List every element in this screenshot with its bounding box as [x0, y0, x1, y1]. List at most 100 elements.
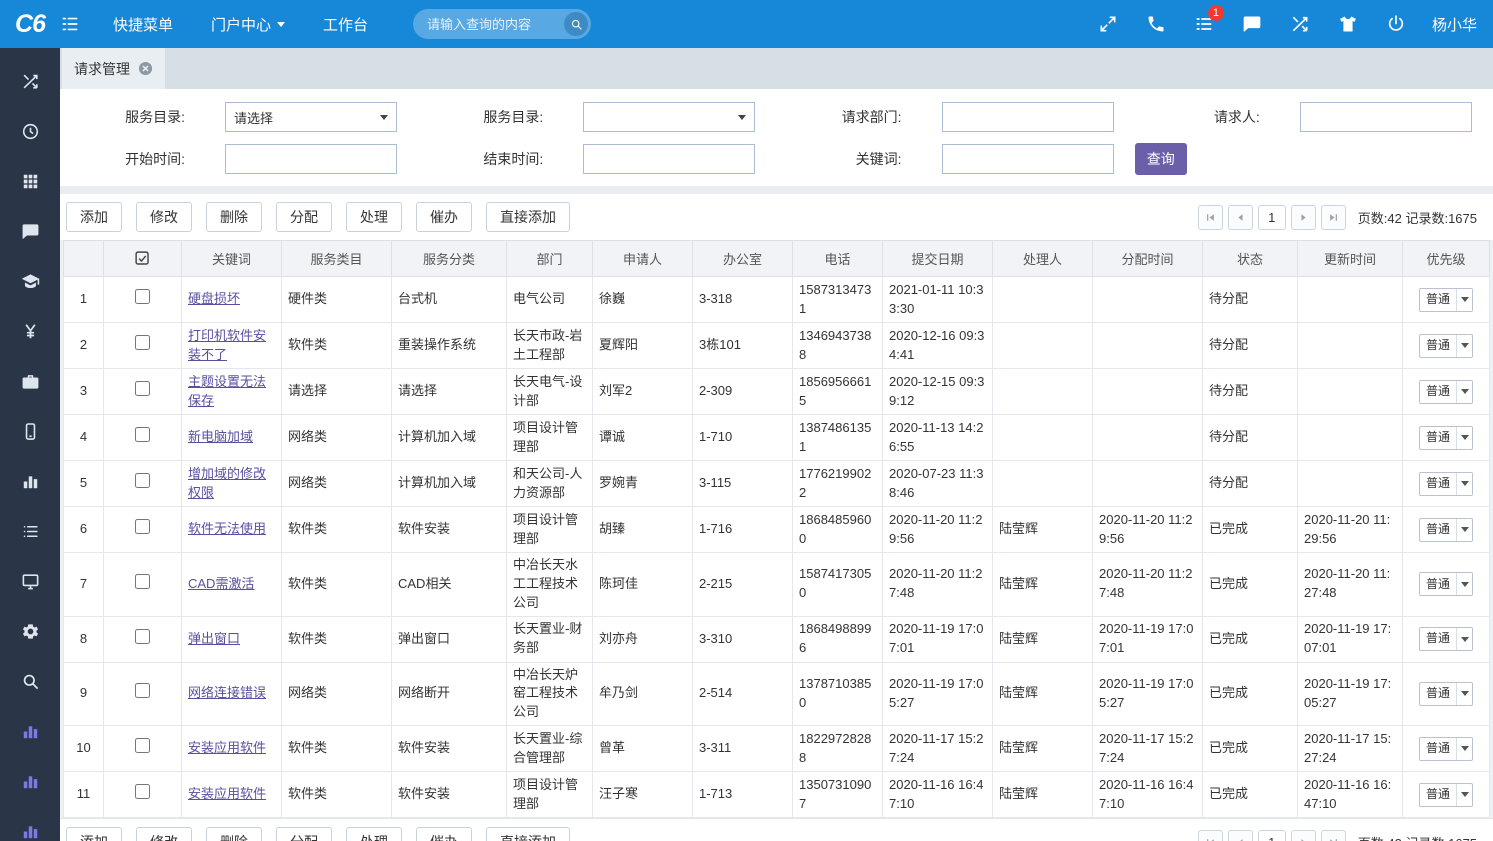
priority-select[interactable]: 普通 [1419, 737, 1473, 761]
search-icon[interactable] [0, 656, 60, 706]
message-icon[interactable] [0, 206, 60, 256]
process-button[interactable]: 处理 [346, 827, 402, 841]
handler-cell [993, 461, 1093, 507]
finance-icon[interactable] [0, 306, 60, 356]
keyword-link[interactable]: 增加域的修改权限 [188, 466, 266, 500]
keyword-link[interactable]: 安装应用软件 [188, 786, 266, 801]
row-checkbox[interactable] [135, 574, 150, 589]
keyword-link[interactable]: 主题设置无法保存 [188, 374, 266, 408]
mobile-icon[interactable] [0, 406, 60, 456]
phone-icon[interactable] [1146, 14, 1166, 34]
expand-icon[interactable] [1098, 14, 1118, 34]
prev-page-button[interactable] [1228, 205, 1253, 230]
next-page-button[interactable] [1291, 205, 1316, 230]
priority-select[interactable]: 普通 [1419, 472, 1473, 496]
row-checkbox[interactable] [135, 683, 150, 698]
shuffle-icon[interactable] [0, 56, 60, 106]
keyword-input[interactable] [942, 144, 1114, 174]
priority-select[interactable]: 普通 [1419, 627, 1473, 651]
current-page[interactable]: 1 [1258, 830, 1286, 841]
add-button[interactable]: 添加 [66, 202, 122, 232]
requester-input[interactable] [1300, 102, 1472, 132]
current-page[interactable]: 1 [1258, 205, 1286, 230]
list-icon[interactable] [0, 506, 60, 556]
tab-request-management[interactable]: 请求管理 [62, 48, 165, 89]
service-catalog-select-1[interactable]: 请选择 [225, 102, 397, 132]
priority-select[interactable]: 普通 [1419, 518, 1473, 542]
row-checkbox[interactable] [135, 381, 150, 396]
last-page-button[interactable] [1321, 205, 1346, 230]
search-icon[interactable] [564, 12, 588, 36]
first-page-button[interactable] [1198, 830, 1223, 841]
search-input[interactable] [427, 17, 564, 32]
direct-add-button[interactable]: 直接添加 [486, 202, 570, 232]
keyword-link[interactable]: 安装应用软件 [188, 740, 266, 755]
comment-icon[interactable] [1242, 14, 1262, 34]
monitor-icon[interactable] [0, 556, 60, 606]
delete-button[interactable]: 删除 [206, 827, 262, 841]
select-all-header[interactable] [104, 241, 182, 277]
menu-item-quick-menu[interactable]: 快捷菜单 [113, 14, 173, 35]
menu-icon[interactable] [60, 14, 80, 34]
shuffle-icon[interactable] [1290, 14, 1310, 34]
report-chart-icon[interactable] [0, 806, 60, 841]
keyword-link[interactable]: 新电脑加域 [188, 429, 253, 444]
direct-add-button[interactable]: 直接添加 [486, 827, 570, 841]
education-icon[interactable] [0, 256, 60, 306]
task-list-icon[interactable]: 1 [1194, 14, 1214, 34]
end-time-input[interactable] [583, 144, 755, 174]
report-chart-icon[interactable] [0, 706, 60, 756]
priority-select[interactable]: 普通 [1419, 380, 1473, 404]
apps-grid-icon[interactable] [0, 156, 60, 206]
row-checkbox[interactable] [135, 473, 150, 488]
priority-select[interactable]: 普通 [1419, 334, 1473, 358]
priority-select[interactable]: 普通 [1419, 572, 1473, 596]
keyword-link[interactable]: 硬盘损坏 [188, 291, 240, 306]
row-checkbox[interactable] [135, 738, 150, 753]
clock-icon[interactable] [0, 106, 60, 156]
urge-button[interactable]: 催办 [416, 827, 472, 841]
user-name[interactable]: 杨小华 [1432, 14, 1477, 35]
keyword-link[interactable]: 打印机软件安装不了 [188, 328, 266, 362]
delete-button[interactable]: 删除 [206, 202, 262, 232]
briefcase-icon[interactable] [0, 356, 60, 406]
first-page-button[interactable] [1198, 205, 1223, 230]
row-checkbox[interactable] [135, 784, 150, 799]
priority-select[interactable]: 普通 [1419, 426, 1473, 450]
keyword-link[interactable]: 网络连接错误 [188, 685, 266, 700]
start-time-input[interactable] [225, 144, 397, 174]
prev-page-button[interactable] [1228, 830, 1253, 841]
keyword-link[interactable]: CAD需激活 [188, 576, 254, 591]
service-catalog-select-2[interactable] [583, 102, 755, 132]
menu-item-workbench[interactable]: 工作台 [323, 14, 368, 35]
modify-button[interactable]: 修改 [136, 202, 192, 232]
row-checkbox[interactable] [135, 519, 150, 534]
assign-button[interactable]: 分配 [276, 202, 332, 232]
power-icon[interactable] [1386, 14, 1406, 34]
modify-button[interactable]: 修改 [136, 827, 192, 841]
search-button[interactable]: 查询 [1135, 143, 1187, 175]
priority-select[interactable]: 普通 [1419, 682, 1473, 706]
priority-select[interactable]: 普通 [1419, 783, 1473, 807]
menu-item-portal-center[interactable]: 门户中心 [211, 14, 285, 35]
row-checkbox[interactable] [135, 629, 150, 644]
theme-icon[interactable] [1338, 14, 1358, 34]
row-checkbox[interactable] [135, 335, 150, 350]
row-checkbox[interactable] [135, 289, 150, 304]
add-button[interactable]: 添加 [66, 827, 122, 841]
request-department-input[interactable] [942, 102, 1114, 132]
assign-button[interactable]: 分配 [276, 827, 332, 841]
next-page-button[interactable] [1291, 830, 1316, 841]
settings-icon[interactable] [0, 606, 60, 656]
process-button[interactable]: 处理 [346, 202, 402, 232]
keyword-link[interactable]: 弹出窗口 [188, 631, 240, 646]
keyword-link[interactable]: 软件无法使用 [188, 521, 266, 536]
priority-select[interactable]: 普通 [1419, 288, 1473, 312]
close-icon[interactable] [138, 61, 153, 76]
app-logo[interactable]: C6 [0, 10, 60, 39]
bar-chart-icon[interactable] [0, 456, 60, 506]
row-checkbox[interactable] [135, 427, 150, 442]
urge-button[interactable]: 催办 [416, 202, 472, 232]
last-page-button[interactable] [1321, 830, 1346, 841]
report-chart-icon[interactable] [0, 756, 60, 806]
